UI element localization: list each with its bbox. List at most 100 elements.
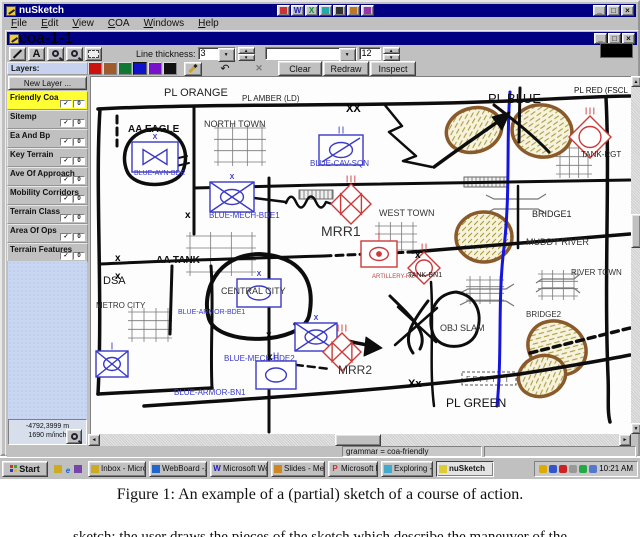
office-shortcut-icon[interactable]	[319, 5, 332, 16]
zoom-out-button[interactable]	[66, 47, 83, 61]
font-size-spinner[interactable]: ▲▼	[383, 47, 394, 60]
tray-status-icon[interactable]	[569, 465, 577, 473]
new-layer-button[interactable]: New Layer ...	[8, 76, 87, 90]
chevron-down-icon[interactable]: ▼	[339, 48, 356, 62]
scroll-down-icon[interactable]: ▼	[631, 423, 640, 434]
menu-item-edit[interactable]: Edit	[34, 18, 65, 29]
menu-item-coa[interactable]: COA	[101, 18, 137, 29]
menu-item-help[interactable]: Help	[191, 18, 226, 29]
quick-launch-icon[interactable]	[74, 460, 82, 478]
vertical-scroll-thumb[interactable]	[631, 214, 640, 248]
sketch-canvas[interactable]: Γ Γ Γ Γ Γ Γ ΓX| |XXX| ||| | || | || | ||…	[90, 76, 631, 434]
select-rect-tool-button[interactable]	[85, 47, 102, 61]
clear-button[interactable]: Clear	[278, 61, 322, 76]
layer-order-field[interactable]: 0	[73, 195, 85, 203]
task-button-webboard[interactable]: WebBoard -...	[149, 461, 207, 477]
font-select[interactable]: ▼	[265, 47, 357, 60]
task-button-nusketch[interactable]: nuSketch	[436, 461, 494, 477]
layer-order-field[interactable]: 0	[73, 233, 85, 241]
task-button-slides-mess[interactable]: Slides - Mess...	[271, 461, 325, 477]
task-button-exploring-a[interactable]: Exploring - A...	[381, 461, 433, 477]
document-titlebar[interactable]: coa-1-1 _□×	[7, 32, 637, 45]
layer-visibility-toggle[interactable]: ✓	[60, 100, 72, 108]
layer-visibility-toggle[interactable]: ✓	[60, 157, 72, 165]
task-button-inbox-micro[interactable]: Inbox - Micro...	[88, 461, 146, 477]
quick-launch-icon[interactable]: e	[64, 460, 72, 478]
layer-item-terrain-class[interactable]: Terrain Class✓0	[7, 205, 88, 224]
office-shortcut-icon[interactable]	[361, 5, 374, 16]
layer-visibility-toggle[interactable]: ✓	[60, 119, 72, 127]
layer-visibility-toggle[interactable]: ✓	[60, 176, 72, 184]
echelon-mark: |	[111, 343, 113, 350]
layer-order-field[interactable]: 0	[73, 100, 85, 108]
close-button[interactable]: ×	[621, 5, 634, 16]
horizontal-scroll-thumb[interactable]	[335, 434, 381, 446]
pen-button[interactable]	[184, 62, 202, 76]
minimize-button[interactable]: _	[593, 5, 606, 16]
layer-item-friendly-coa[interactable]: Friendly Coa✓0	[7, 91, 88, 110]
sketch-label: BLUE-MECH-BDE2	[224, 354, 295, 363]
layer-visibility-toggle[interactable]: ✓	[60, 195, 72, 203]
line-tool-button[interactable]	[9, 47, 26, 61]
tray-status-icon[interactable]	[579, 465, 587, 473]
tray-status-icon[interactable]	[539, 465, 547, 473]
office-shortcut-icon[interactable]	[277, 5, 290, 16]
menu-item-view[interactable]: View	[65, 18, 101, 29]
start-button[interactable]: Start	[2, 461, 48, 477]
color-swatch[interactable]	[88, 62, 102, 75]
text-tool-button[interactable]: A	[28, 47, 45, 61]
layer-visibility-toggle[interactable]: ✓	[60, 252, 72, 260]
color-swatch[interactable]	[148, 62, 162, 75]
layer-item-ave-of-approach[interactable]: Ave Of Approach✓0	[7, 167, 88, 186]
font-size-field[interactable]: 12	[359, 47, 381, 60]
layer-item-key-terrain[interactable]: Key Terrain✓0	[7, 148, 88, 167]
menu-item-windows[interactable]: Windows	[137, 18, 192, 29]
office-shortcut-icon[interactable]	[333, 5, 346, 16]
inspect-button[interactable]: Inspect	[370, 61, 416, 76]
color-swatch[interactable]	[103, 62, 117, 75]
color-swatch[interactable]	[118, 62, 132, 75]
main-titlebar[interactable]: nuSketch WX _□×	[4, 4, 636, 17]
tray-status-icon[interactable]	[559, 465, 567, 473]
zoom-in-button[interactable]	[47, 47, 64, 61]
tray-status-icon[interactable]	[589, 465, 597, 473]
layer-order-field[interactable]: 0	[73, 214, 85, 222]
color-swatch[interactable]	[133, 62, 147, 75]
tray-status-icon[interactable]	[549, 465, 557, 473]
layer-order-field[interactable]: 0	[73, 157, 85, 165]
layer-visibility-toggle[interactable]: ✓	[60, 214, 72, 222]
delete-button[interactable]: ✕	[250, 62, 268, 76]
layer-item-terrain-features[interactable]: Terrain Features✓0	[7, 243, 88, 262]
layer-order-field[interactable]: 0	[73, 138, 85, 146]
task-button-microsoft-po[interactable]: PMicrosoft Po...	[328, 461, 378, 477]
scroll-up-icon[interactable]: ▲	[631, 76, 640, 87]
layer-order-field[interactable]: 0	[73, 176, 85, 184]
layer-item-ea-and-bp[interactable]: Ea And Bp✓0	[7, 129, 88, 148]
task-button-microsoft-wo[interactable]: WMicrosoft Wo...	[210, 461, 268, 477]
layer-item-area-of-ops[interactable]: Area Of Ops✓0	[7, 224, 88, 243]
scroll-left-icon[interactable]: ◄	[88, 434, 100, 446]
line-thickness-spinner[interactable]: ▲▼	[238, 47, 249, 60]
vertical-scrollbar[interactable]: ▲ ▼	[631, 76, 640, 434]
zoom-button[interactable]	[66, 429, 82, 444]
layer-visibility-toggle[interactable]: ✓	[60, 138, 72, 146]
layer-item-mobility-corridors[interactable]: Mobility Corridors✓0	[7, 186, 88, 205]
office-shortcut-icon[interactable]: X	[305, 5, 318, 16]
line-thickness-select[interactable]: 3 ▼	[198, 47, 236, 60]
quick-launch-glyph-icon: e	[64, 466, 72, 474]
layer-order-field[interactable]: 0	[73, 252, 85, 260]
maximize-button[interactable]: □	[607, 5, 620, 16]
color-swatch[interactable]	[163, 62, 177, 75]
scroll-right-icon[interactable]: ►	[619, 434, 631, 446]
redraw-button[interactable]: Redraw	[323, 61, 369, 76]
menu-item-file[interactable]: File	[4, 18, 34, 29]
chevron-down-icon[interactable]: ▼	[218, 48, 235, 62]
undo-button[interactable]: ↶	[216, 62, 234, 76]
horizontal-scrollbar[interactable]: ◄ ►	[88, 434, 631, 446]
layer-order-field[interactable]: 0	[73, 119, 85, 127]
layer-item-sitemp[interactable]: Sitemp✓0	[7, 110, 88, 129]
quick-launch-icon[interactable]	[54, 460, 62, 478]
office-shortcut-icon[interactable]: W	[291, 5, 304, 16]
layer-visibility-toggle[interactable]: ✓	[60, 233, 72, 241]
office-shortcut-icon[interactable]	[347, 5, 360, 16]
